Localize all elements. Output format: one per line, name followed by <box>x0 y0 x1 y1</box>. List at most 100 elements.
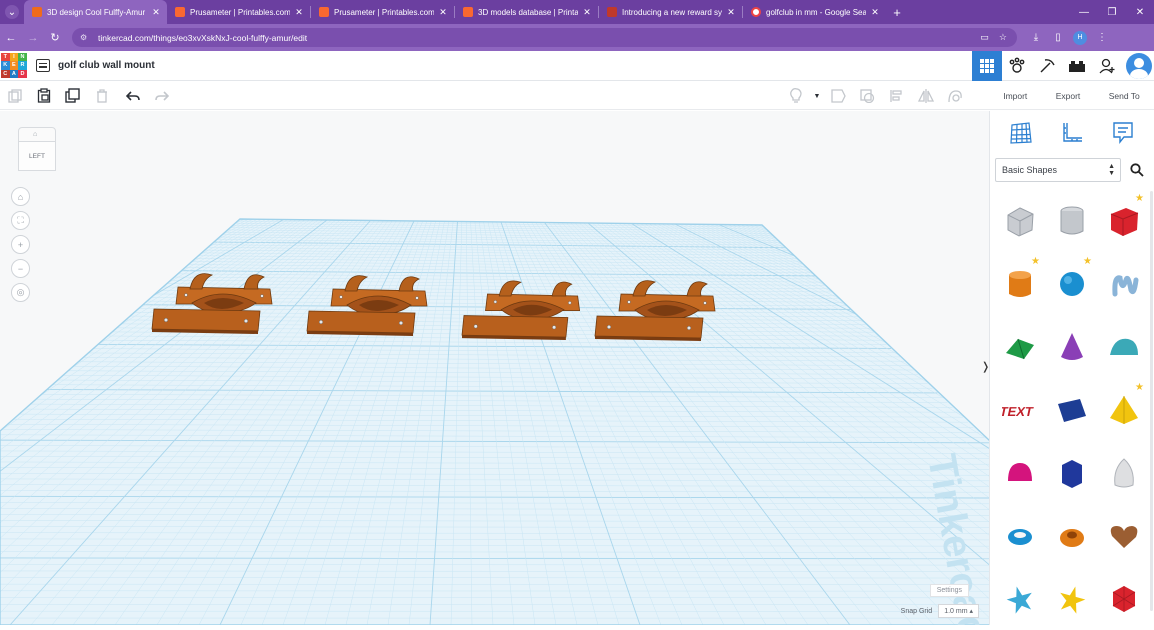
undo-button[interactable] <box>118 82 147 110</box>
build-pickaxe-button[interactable] <box>1032 51 1062 81</box>
shape-box-hole[interactable] <box>994 189 1046 252</box>
trash-icon <box>96 89 108 103</box>
home-view-button[interactable]: ⌂ <box>11 187 30 206</box>
logo-letter: D <box>18 70 27 79</box>
minimize-button[interactable]: — <box>1070 0 1098 24</box>
file-actions: Import Export Send To <box>989 82 1154 110</box>
reload-button[interactable]: ↻ <box>44 24 66 51</box>
ruler-tool-button[interactable] <box>1059 120 1085 146</box>
shape-category-select[interactable]: Basic Shapes ▲▼ <box>995 158 1121 182</box>
shape-box[interactable]: ★ <box>1098 189 1150 252</box>
user-avatar[interactable] <box>1126 53 1152 79</box>
bookmark-star-icon[interactable]: ☆ <box>999 32 1007 43</box>
svg-text:TEXT: TEXT <box>1002 404 1035 419</box>
mirror-button[interactable] <box>911 82 940 110</box>
shape-polygon-prism[interactable] <box>1046 441 1098 504</box>
site-info-icon[interactable]: ⚙ <box>80 33 90 42</box>
shape-cylinder-hole[interactable] <box>1046 189 1098 252</box>
perspective-button[interactable]: ◎ <box>11 283 30 302</box>
shape-sphere[interactable]: ★ <box>1046 252 1098 315</box>
fit-view-button[interactable]: ⛶ <box>11 211 30 230</box>
favorite-star-icon: ★ <box>1031 256 1040 267</box>
paste-button[interactable] <box>29 82 58 110</box>
shape-star[interactable] <box>994 567 1046 630</box>
shape-star-yellow[interactable] <box>1046 567 1098 630</box>
group-button[interactable] <box>824 82 853 110</box>
restore-button[interactable]: ❐ <box>1098 0 1126 24</box>
bricks-button[interactable] <box>1062 51 1092 81</box>
redo-button[interactable] <box>147 82 176 110</box>
import-button[interactable]: Import <box>997 87 1033 105</box>
tab-close-icon[interactable]: ✕ <box>582 7 592 18</box>
browser-tab[interactable]: 3D models database | Printable✕ <box>455 0 598 24</box>
notes-tool-button[interactable] <box>1110 120 1136 146</box>
browser-tab[interactable]: Prusameter | Printables.com✕ <box>167 0 310 24</box>
shape-polygon[interactable] <box>1046 378 1098 441</box>
shape-heart[interactable] <box>1098 504 1150 567</box>
3d-design-view-button[interactable] <box>972 51 1002 81</box>
design-name[interactable]: golf club wall mount <box>58 60 155 71</box>
tab-close-icon[interactable]: ✕ <box>726 7 736 18</box>
shape-half-sphere[interactable] <box>994 441 1046 504</box>
shape-cylinder[interactable]: ★ <box>994 252 1046 315</box>
shape-cone[interactable] <box>1046 315 1098 378</box>
logo-letter: I <box>10 53 19 62</box>
design-list-icon[interactable] <box>36 59 50 72</box>
browser-tab[interactable]: golfclub in mm - Google Search✕ <box>743 0 886 24</box>
duplicate-button[interactable] <box>58 82 87 110</box>
sim-lab-button[interactable] <box>1002 51 1032 81</box>
shape-icosahedron[interactable] <box>1098 567 1150 630</box>
copy-button[interactable] <box>0 82 29 110</box>
invite-user-button[interactable] <box>1092 51 1122 81</box>
shape-tube[interactable] <box>1046 504 1098 567</box>
tab-close-icon[interactable]: ✕ <box>870 7 880 18</box>
snap-grid-select[interactable]: 1.0 mm ▴ <box>938 604 979 618</box>
shape-text[interactable]: TEXT <box>994 378 1046 441</box>
send-to-button[interactable]: Send To <box>1103 87 1146 105</box>
browser-tab[interactable]: Introducing a new reward syste✕ <box>599 0 742 24</box>
tab-close-icon[interactable]: ✕ <box>151 7 161 18</box>
shape-round-roof[interactable] <box>1098 315 1150 378</box>
workplane-grid[interactable]: Tinkercad <box>0 111 989 625</box>
url-input[interactable]: ⚙ tinkercad.com/things/eo3xvXskNxJ-cool-… <box>72 28 1017 47</box>
align-button[interactable] <box>882 82 911 110</box>
notes-bulb-button[interactable] <box>781 82 810 110</box>
ungroup-button[interactable] <box>853 82 882 110</box>
zoom-out-button[interactable]: − <box>11 259 30 278</box>
tinkercad-logo[interactable]: TINKERCAD <box>1 53 27 79</box>
workplane-viewport[interactable]: Tinkercad ⌂ LEFT ⌂ ⛶ + − ◎ Settings Snap… <box>0 111 989 625</box>
view-cube[interactable]: ⌂ LEFT <box>18 127 56 171</box>
settings-button[interactable]: Settings <box>930 584 969 597</box>
zoom-in-button[interactable]: + <box>11 235 30 254</box>
cruise-button[interactable] <box>940 82 969 110</box>
tab-close-icon[interactable]: ✕ <box>294 7 304 18</box>
delete-button[interactable] <box>87 82 116 110</box>
bulb-dropdown-button[interactable]: ▼ <box>810 82 824 110</box>
browser-tab[interactable]: Prusameter | Printables.com✕ <box>311 0 454 24</box>
cast-icon[interactable]: ▭ <box>980 32 989 43</box>
profile-avatar[interactable]: H <box>1073 31 1087 45</box>
export-button[interactable]: Export <box>1050 87 1087 105</box>
shape-grid: ★★★TEXT★ <box>994 189 1150 630</box>
side-panel-icon[interactable]: ▯ <box>1047 32 1069 43</box>
download-icon[interactable]: ⤓ <box>1025 32 1047 43</box>
forward-button[interactable]: → <box>22 24 44 51</box>
panel-scrollbar[interactable] <box>1150 191 1153 611</box>
shape-search-button[interactable] <box>1125 158 1149 182</box>
brick-icon <box>1068 59 1086 73</box>
back-button[interactable]: ← <box>0 24 22 51</box>
tab-search-button[interactable]: ⌄ <box>0 0 24 24</box>
browser-tab[interactable]: 3D design Cool Fulffy-Amur | Ti✕ <box>24 0 167 24</box>
view-cube-face[interactable]: LEFT <box>18 141 56 171</box>
new-tab-button[interactable]: + <box>886 0 908 24</box>
shape-roof[interactable] <box>994 315 1046 378</box>
shape-torus[interactable] <box>994 504 1046 567</box>
shape-paraboloid[interactable] <box>1098 441 1150 504</box>
shape-pyramid[interactable]: ★ <box>1098 378 1150 441</box>
workplane-grid-icon <box>1009 121 1033 145</box>
workplane-tool-button[interactable] <box>1008 120 1034 146</box>
close-window-button[interactable]: ✕ <box>1126 0 1154 24</box>
shape-scribble[interactable] <box>1098 252 1150 315</box>
menu-kebab-icon[interactable]: ⋮ <box>1091 32 1113 43</box>
tab-close-icon[interactable]: ✕ <box>438 7 448 18</box>
